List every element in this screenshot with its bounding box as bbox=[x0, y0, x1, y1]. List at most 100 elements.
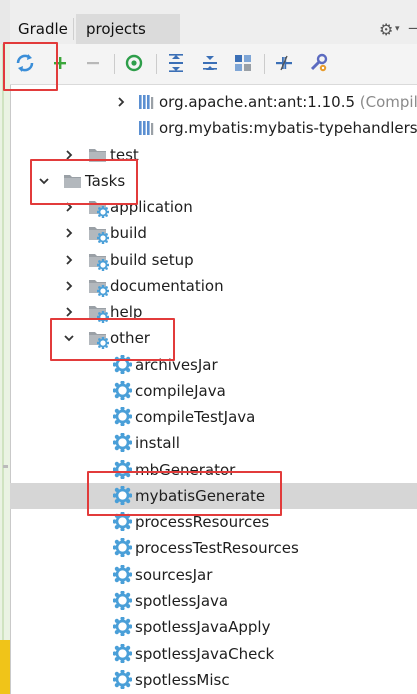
dependency-item[interactable]: org.apache.ant:ant:1.10.5 (Compile) bbox=[10, 89, 417, 115]
chevron-right-icon[interactable] bbox=[62, 146, 76, 164]
toggle-offline-button[interactable] bbox=[271, 50, 297, 76]
toolbar-separator bbox=[114, 54, 115, 74]
chevron-right-icon[interactable] bbox=[114, 93, 128, 111]
collapse-all-icon bbox=[203, 56, 217, 70]
task-group-build[interactable]: build bbox=[10, 220, 417, 246]
gear-icon[interactable]: ⚙ bbox=[379, 20, 393, 39]
tree-node-label: help bbox=[110, 302, 142, 322]
refresh-icon bbox=[16, 54, 34, 72]
label-text: org.apache.ant:ant:1.10.5 bbox=[159, 93, 356, 111]
tree-node-label: sourcesJar bbox=[135, 565, 212, 585]
gear-icon bbox=[112, 564, 133, 585]
gutter-change-line bbox=[2, 44, 4, 644]
gutter-marker bbox=[3, 465, 8, 468]
chevron-right-icon[interactable] bbox=[62, 277, 76, 295]
task-folder-icon bbox=[88, 302, 110, 324]
library-icon bbox=[137, 84, 157, 85]
task-compiletestjava[interactable]: compileTestJava bbox=[10, 404, 417, 430]
dependency-label: org.mybatis:mybatis-typehandlers-j bbox=[159, 118, 417, 138]
toggle-offline-icon bbox=[276, 55, 292, 71]
tree-node-label: build bbox=[110, 223, 147, 243]
chevron-down-icon[interactable]: ▾ bbox=[395, 24, 400, 34]
label-text: test bbox=[110, 146, 139, 164]
label-text: application bbox=[110, 198, 193, 216]
task-processresources[interactable]: processResources bbox=[10, 509, 417, 535]
tree-node-test[interactable]: test bbox=[10, 142, 417, 168]
gutter-warning-stripe bbox=[0, 640, 10, 694]
tree-node-label: Tasks bbox=[85, 171, 125, 191]
refresh-button[interactable] bbox=[12, 50, 38, 76]
task-spotlessmisc[interactable]: spotlessMisc bbox=[10, 667, 417, 693]
label-text: spotlessJava bbox=[135, 592, 229, 610]
task-spotlessjavacheck[interactable]: spotlessJavaCheck bbox=[10, 641, 417, 667]
task-spotlessjava[interactable]: spotlessJava bbox=[10, 588, 417, 614]
task-archivesjar[interactable]: archivesJar bbox=[10, 352, 417, 378]
dependency-item[interactable]: org.mybatis:mybatis-typehandlers-j bbox=[10, 115, 417, 141]
dependency-scope: (Compile) bbox=[359, 93, 417, 111]
label-text: mbGenerator bbox=[135, 461, 236, 479]
label-text: sourcesJar bbox=[135, 566, 213, 584]
tree-node-label: processResources bbox=[135, 512, 269, 532]
label-text: archivesJar bbox=[135, 356, 218, 374]
remove-project-button[interactable] bbox=[80, 50, 106, 76]
chevron-right-icon[interactable] bbox=[62, 303, 76, 321]
task-mbgenerator[interactable]: mbGenerator bbox=[10, 457, 417, 483]
label-text: spotlessJavaCheck bbox=[135, 645, 275, 663]
gear-icon bbox=[112, 406, 133, 427]
expand-all-icon bbox=[169, 54, 183, 72]
gear-icon bbox=[112, 485, 133, 506]
tree-node-label: spotlessJavaCheck bbox=[135, 644, 274, 664]
folder-icon bbox=[63, 171, 83, 191]
task-group-other[interactable]: other bbox=[10, 325, 417, 351]
tab-gradle[interactable]: Gradle bbox=[10, 14, 76, 44]
task-group-help[interactable]: help bbox=[10, 299, 417, 325]
execute-task-button[interactable] bbox=[121, 50, 147, 76]
label-text: compileTestJava bbox=[135, 408, 256, 426]
remove-icon bbox=[87, 62, 99, 65]
attach-project-icon bbox=[235, 55, 251, 71]
folder-icon bbox=[88, 145, 108, 165]
collapse-all-button[interactable] bbox=[197, 50, 223, 76]
task-mybatisgenerate[interactable]: mybatisGenerate bbox=[10, 483, 417, 509]
dependency-item[interactable]: ti.mybatis:mapper:3.5.2 (Compile) bbox=[10, 84, 417, 88]
task-group-documentation[interactable]: documentation bbox=[10, 273, 417, 299]
task-processtestresources[interactable]: processTestResources bbox=[10, 535, 417, 561]
add-project-button[interactable] bbox=[47, 50, 73, 76]
gear-icon bbox=[112, 511, 133, 532]
toolbar-separator bbox=[264, 54, 265, 74]
tree-node-label: spotlessMisc bbox=[135, 670, 230, 690]
task-compilejava[interactable]: compileJava bbox=[10, 378, 417, 404]
task-spotlessjavaapply[interactable]: spotlessJavaApply bbox=[10, 614, 417, 640]
expand-all-button[interactable] bbox=[163, 50, 189, 76]
attach-project-button[interactable] bbox=[230, 50, 256, 76]
task-install[interactable]: install bbox=[10, 430, 417, 456]
dependency-label: org.apache.ant:ant:1.10.5 (Compile) bbox=[159, 92, 417, 112]
gradle-toolbar bbox=[10, 44, 417, 85]
label-text: spotlessJavaApply bbox=[135, 618, 271, 636]
gutter-top bbox=[0, 0, 10, 44]
gear-icon bbox=[112, 432, 133, 453]
task-group-build-setup[interactable]: build setup bbox=[10, 247, 417, 273]
execute-task-icon bbox=[125, 54, 143, 72]
tree-node-label: application bbox=[110, 197, 193, 217]
chevron-right-icon[interactable] bbox=[62, 251, 76, 269]
chevron-down-icon[interactable] bbox=[37, 172, 51, 190]
task-sourcesjar[interactable]: sourcesJar bbox=[10, 562, 417, 588]
tree-node-label: documentation bbox=[110, 276, 224, 296]
tab-projects[interactable]: projects bbox=[76, 14, 180, 44]
label-text: mybatisGenerate bbox=[135, 487, 266, 505]
task-folder-icon bbox=[88, 223, 110, 245]
label-text: spotlessMisc bbox=[135, 671, 230, 689]
tree-node-label: mybatisGenerate bbox=[135, 486, 265, 506]
task-folder-icon bbox=[88, 197, 110, 219]
label-text: processResources bbox=[135, 513, 270, 531]
chevron-right-icon[interactable] bbox=[62, 198, 76, 216]
label-text: processTestResources bbox=[135, 539, 299, 557]
chevron-down-icon[interactable] bbox=[62, 329, 76, 347]
chevron-right-icon[interactable] bbox=[62, 224, 76, 242]
tree-node-tasks[interactable]: Tasks bbox=[10, 168, 417, 194]
tool-window-header: Gradle projects ⚙ ▾ — bbox=[10, 0, 417, 45]
gradle-settings-button[interactable] bbox=[306, 50, 332, 76]
minimize-icon[interactable]: — bbox=[408, 18, 417, 37]
task-group-application[interactable]: application bbox=[10, 194, 417, 220]
